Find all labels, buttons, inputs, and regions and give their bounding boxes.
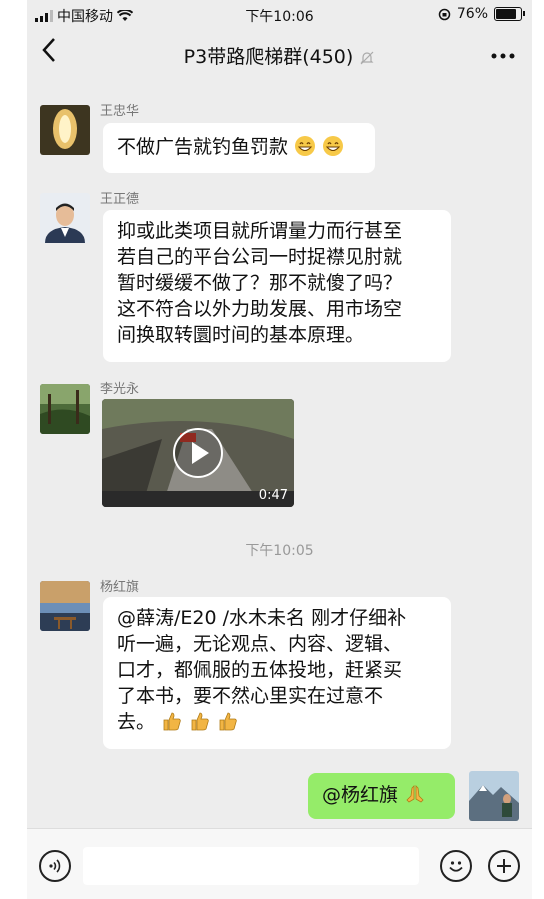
praying-hands-icon — [406, 785, 424, 803]
message-line: 间换取转圜时间的基本原理。 — [117, 324, 365, 346]
avatar[interactable] — [40, 581, 90, 631]
message-line: 抑或此类项目就所谓量力而行甚至 — [117, 220, 403, 242]
message-line: 这不符合以外力助发展、用市场空 — [117, 298, 403, 320]
battery-percent: 76% — [456, 6, 488, 22]
grin-emoji-icon — [323, 136, 344, 156]
message-line: 口才，都佩服的五体投地，赶紧买 — [117, 659, 403, 681]
chat-timestamp: 下午10:05 — [245, 543, 314, 559]
message-line: 去。 — [117, 711, 156, 733]
thumbs-up-icon — [191, 712, 209, 731]
message-bubble[interactable]: 不做广告就钓鱼罚款 — [103, 123, 375, 173]
message-line: @薛涛/E20 /水木未名 刚才仔细补 — [117, 607, 407, 629]
sender-name: 李光永 — [100, 382, 140, 397]
voice-icon[interactable] — [39, 850, 71, 882]
message-line-with-emoji: 去。 — [117, 709, 437, 735]
play-icon[interactable] — [172, 427, 224, 479]
message-line: 若自己的平台公司一时捉襟见肘就 — [117, 246, 403, 268]
message-line: 暂时缓缓不做了？那不就傻了吗？ — [117, 272, 403, 294]
chat-screen: 中国移动 下午10:06 76% P3带路爬梯群(450) 王忠华 不做广告就钓… — [27, 0, 532, 899]
plus-icon[interactable] — [488, 850, 520, 882]
chat-header: P3带路爬梯群(450) — [27, 30, 532, 78]
status-right: 76% — [438, 6, 525, 22]
message-line: 听一遍，无论观点、内容、逻辑、 — [117, 633, 403, 655]
grin-emoji-icon — [295, 136, 316, 156]
thumbs-up-icon — [163, 712, 181, 731]
ellipsis-icon[interactable] — [490, 36, 516, 70]
thumbs-up-icon — [219, 712, 237, 731]
sender-name: 王忠华 — [100, 104, 140, 119]
message-input[interactable] — [83, 847, 419, 885]
avatar[interactable] — [40, 384, 90, 434]
my-message-bubble[interactable]: @杨红旗 — [308, 773, 455, 819]
emoji-icon[interactable] — [440, 850, 472, 882]
message-bubble[interactable]: 抑或此类项目就所谓量力而行甚至 若自己的平台公司一时捉襟见肘就 暂时缓缓不做了？… — [103, 210, 451, 362]
status-bar: 中国移动 下午10:06 76% — [27, 0, 532, 30]
avatar[interactable] — [40, 105, 90, 155]
message-bubble[interactable]: @薛涛/E20 /水木未名 刚才仔细补 听一遍，无论观点、内容、逻辑、 口才，都… — [103, 597, 451, 749]
avatar[interactable] — [40, 193, 90, 243]
message-text: @杨红旗 — [322, 784, 399, 806]
message-line: 了本书，要不然心里实在过意不 — [117, 685, 384, 707]
my-avatar[interactable] — [469, 771, 519, 821]
video-message[interactable]: 0:47 — [102, 399, 294, 507]
orientation-lock-icon — [438, 8, 451, 20]
sender-name: 王正德 — [100, 192, 140, 207]
group-name: P3带路爬梯群(450) — [183, 46, 354, 68]
video-duration: 0:47 — [258, 488, 288, 503]
input-bar — [27, 828, 532, 899]
bell-off-icon — [360, 51, 374, 64]
sender-name: 杨红旗 — [100, 580, 140, 595]
chat-title: P3带路爬梯群(450) — [27, 42, 532, 69]
message-text: 不做广告就钓鱼罚款 — [117, 136, 289, 158]
battery-icon — [494, 7, 525, 21]
